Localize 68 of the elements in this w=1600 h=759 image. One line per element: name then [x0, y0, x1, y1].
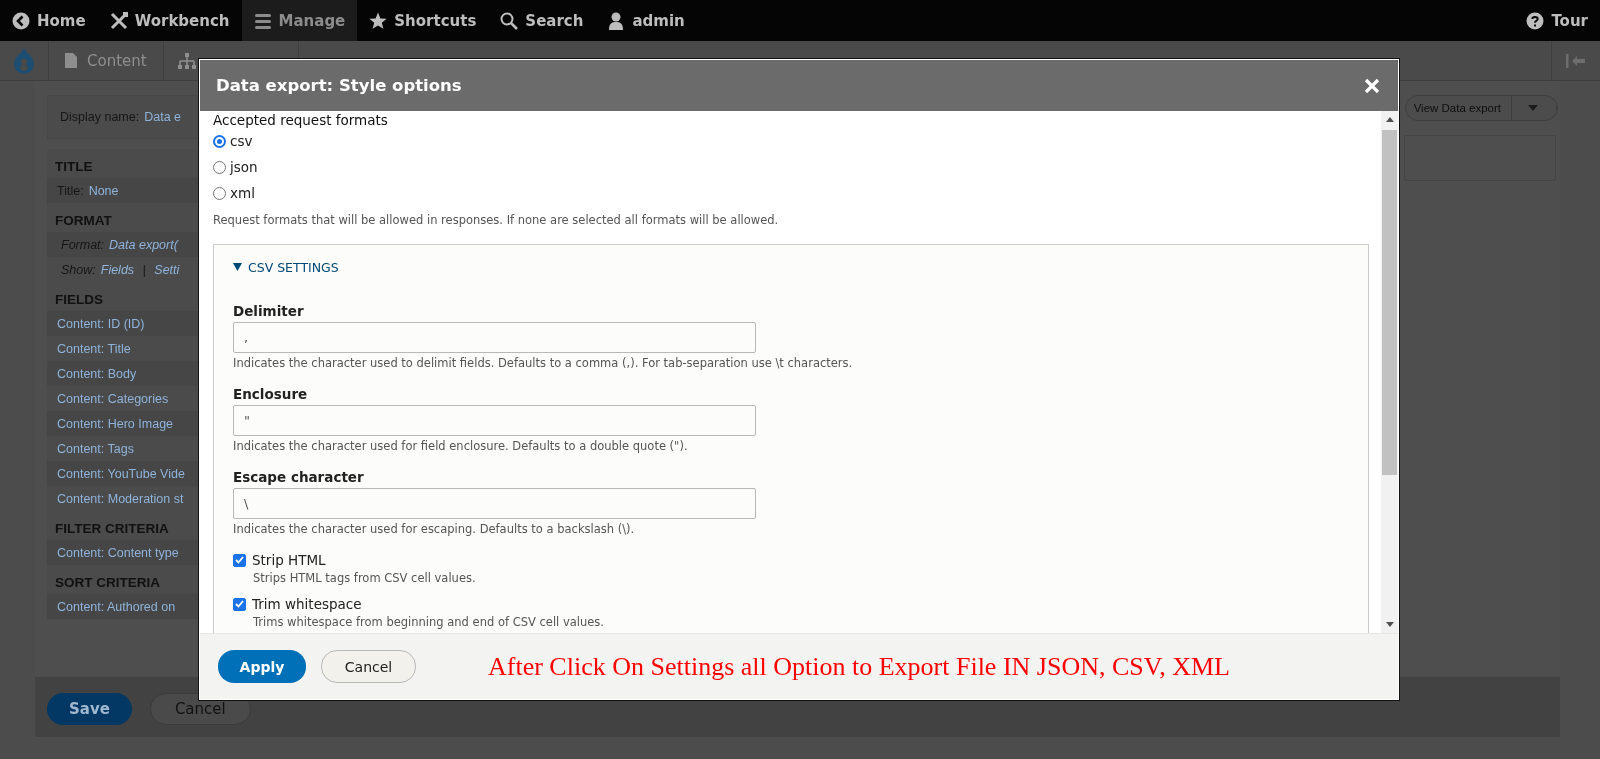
toolbar-item[interactable]: Manage: [241, 0, 358, 41]
section-title: TITLE: [54, 158, 94, 176]
checkbox[interactable]: [233, 597, 246, 611]
row-link[interactable]: Content: Moderation st: [57, 491, 184, 506]
tray-item[interactable]: Content: [49, 41, 164, 80]
scrollbar[interactable]: [1381, 111, 1398, 633]
radio-button[interactable]: [213, 160, 226, 174]
save-button[interactable]: Save: [47, 693, 132, 725]
help-icon: [1526, 11, 1545, 30]
row-link[interactable]: Content: Tags: [57, 441, 134, 456]
annotation-text: After Click On Settings all Option to Export File IN JSON, CSV, XML: [488, 651, 1230, 682]
hierarchy-icon: [177, 52, 196, 69]
field-label: Delimiter: [233, 303, 305, 319]
menu-icon: [253, 11, 272, 30]
user-icon: [607, 11, 626, 30]
row-link[interactable]: Data export(: [109, 237, 178, 252]
fieldset-toggle[interactable]: CSV SETTINGS: [233, 255, 339, 279]
field-label: Escape character: [233, 469, 365, 485]
triangle-icon: [233, 263, 242, 271]
radio-label[interactable]: csv: [230, 133, 253, 149]
tour-button[interactable]: Tour: [1514, 0, 1600, 41]
field-description: Indicates the character used to delimit fields. Defaults to a comma (,). For tab-separation use \t characters.: [233, 356, 854, 370]
document-icon: [65, 53, 77, 68]
checkbox[interactable]: [233, 553, 246, 567]
radio-label[interactable]: xml: [230, 185, 255, 201]
section-title: FIELDS: [54, 291, 104, 309]
row-link[interactable]: Setti: [154, 262, 180, 277]
toolbar-item[interactable]: Workbench: [97, 0, 242, 41]
display-name-link[interactable]: Data e: [144, 110, 182, 124]
input-field[interactable]: ,: [233, 322, 756, 353]
search-icon: [500, 11, 519, 30]
field-description: Trims whitespace from beginning and end of CSV cell values.: [252, 615, 605, 629]
row-link[interactable]: Content: Categories: [57, 391, 169, 406]
section-title: FORMAT: [54, 212, 113, 230]
toolbar-item[interactable]: admin: [595, 0, 697, 41]
dialog-title: Data export: Style options: [216, 76, 462, 95]
close-button[interactable]: [1364, 77, 1380, 94]
field-label: Accepted request formats: [213, 112, 389, 128]
field-label: Enclosure: [233, 386, 309, 402]
radio-label[interactable]: json: [230, 159, 258, 175]
back-circle-icon: [12, 11, 30, 30]
field-description: Indicates the character used for field enclosure. Defaults to a double quote (").: [233, 439, 689, 453]
radio-button[interactable]: [213, 134, 226, 148]
scroll-up-icon[interactable]: [1385, 117, 1394, 122]
separator-text: |: [141, 262, 147, 277]
input-field[interactable]: ": [233, 405, 756, 436]
cancel-button[interactable]: Cancel: [321, 650, 416, 683]
star-icon: [369, 11, 388, 30]
apply-button[interactable]: Apply: [218, 650, 306, 683]
checkbox-label[interactable]: Trim whitespace: [252, 596, 362, 612]
radio-button[interactable]: [213, 186, 226, 200]
toolbar-item[interactable]: Shortcuts: [357, 0, 489, 41]
row-link[interactable]: None: [88, 183, 119, 198]
toolbar-item[interactable]: Search: [488, 0, 596, 41]
scroll-down-icon[interactable]: [1385, 622, 1394, 627]
checkbox-label[interactable]: Strip HTML: [252, 552, 326, 568]
row-link[interactable]: Content: Title: [57, 341, 131, 356]
toolbar-item[interactable]: Home: [0, 0, 98, 41]
field-description: Indicates the character used for escaping. Defaults to a backslash (\).: [233, 522, 636, 536]
tools-icon: [109, 11, 128, 30]
row-link[interactable]: Fields: [100, 262, 135, 277]
caret-icon: [1528, 105, 1538, 111]
field-description: Request formats that will be allowed in responses. If none are selected all formats will be allowed.: [213, 213, 780, 227]
section-title: SORT CRITERIA: [54, 574, 161, 592]
section-title: FILTER CRITERIA: [54, 520, 170, 538]
input-field[interactable]: \: [233, 488, 756, 519]
field-description: Strips HTML tags from CSV cell values.: [252, 571, 477, 585]
drop-logo-icon: [13, 46, 35, 75]
